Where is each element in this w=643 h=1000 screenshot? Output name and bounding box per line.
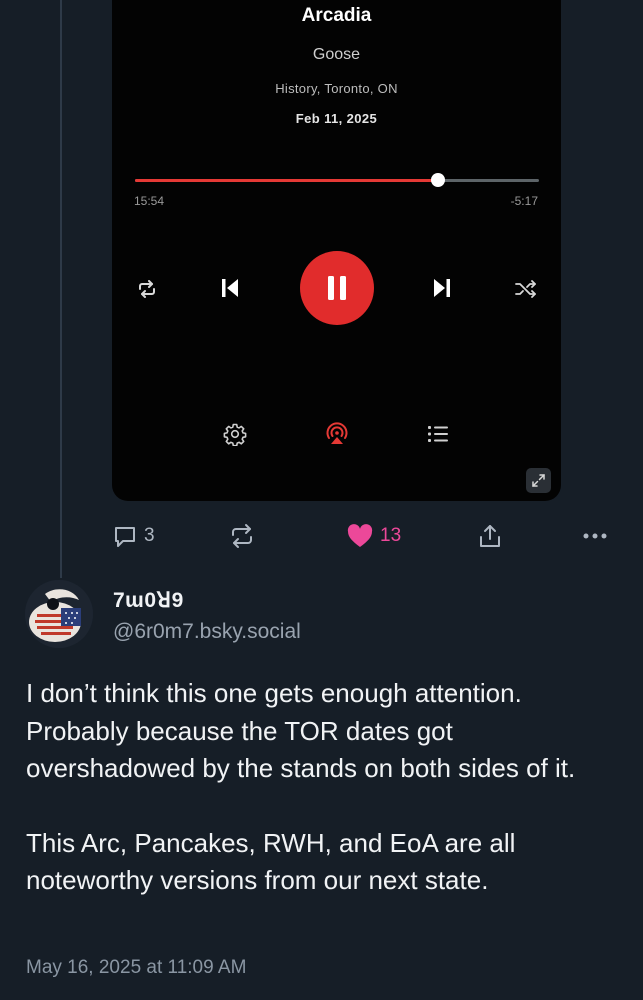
post-body: I don’t think this one gets enough atten… xyxy=(26,675,626,900)
previous-icon xyxy=(222,279,238,297)
pause-button[interactable] xyxy=(300,251,374,325)
like-button[interactable]: 13 xyxy=(346,520,401,552)
repost-button[interactable] xyxy=(228,520,262,552)
elapsed-time: 15:54 xyxy=(134,194,165,208)
reply-button[interactable]: 3 xyxy=(112,520,155,552)
author-display-name[interactable]: 7ɯ0ꓤ9 xyxy=(113,588,184,613)
remaining-time: -5:17 xyxy=(510,194,538,208)
pause-icon xyxy=(328,276,346,300)
progress-slider[interactable] xyxy=(135,173,539,187)
previous-button[interactable] xyxy=(216,274,244,302)
share-button[interactable] xyxy=(478,520,502,552)
expand-icon xyxy=(532,474,545,487)
avatar-image xyxy=(25,580,93,648)
track-date: Feb 11, 2025 xyxy=(295,111,378,126)
heart-icon xyxy=(347,524,373,547)
repeat-button[interactable] xyxy=(134,276,160,302)
progress-handle[interactable] xyxy=(431,173,445,187)
share-icon xyxy=(480,525,500,547)
settings-button[interactable] xyxy=(222,421,248,447)
more-icon xyxy=(583,533,607,539)
repeat-icon xyxy=(139,280,155,298)
author-handle[interactable]: @6r0m7.bsky.social xyxy=(113,620,301,644)
queue-list-icon xyxy=(428,426,448,442)
post-action-bar: 3 13 xyxy=(0,520,643,552)
avatar[interactable] xyxy=(25,580,93,648)
airplay-button[interactable] xyxy=(323,420,351,448)
thread-line xyxy=(60,0,62,578)
like-count: 13 xyxy=(380,525,402,546)
shuffle-icon xyxy=(515,280,536,298)
reply-count: 3 xyxy=(144,525,155,546)
queue-button[interactable] xyxy=(425,421,451,447)
shuffle-button[interactable] xyxy=(513,276,539,302)
next-icon xyxy=(434,279,450,297)
more-options-button[interactable] xyxy=(582,520,608,552)
track-venue: History, Toronto, ON xyxy=(275,81,398,96)
repost-icon xyxy=(232,524,252,548)
post-paragraph: I don’t think this one gets enough atten… xyxy=(26,678,576,783)
next-button[interactable] xyxy=(428,274,456,302)
airplay-icon xyxy=(326,422,348,444)
progress-fill xyxy=(135,179,438,182)
post-timestamp: May 16, 2025 at 11:09 AM xyxy=(26,957,247,978)
track-title: Arcadia xyxy=(301,5,372,26)
expand-button[interactable] xyxy=(526,468,551,493)
reply-icon xyxy=(115,527,135,547)
media-player-card[interactable]: Arcadia Goose History, Toronto, ON Feb 1… xyxy=(112,0,561,501)
post-paragraph: This Arc, Pancakes, RWH, and EoA are all… xyxy=(26,827,516,896)
gear-icon xyxy=(223,423,247,446)
track-artist: Goose xyxy=(312,46,361,63)
